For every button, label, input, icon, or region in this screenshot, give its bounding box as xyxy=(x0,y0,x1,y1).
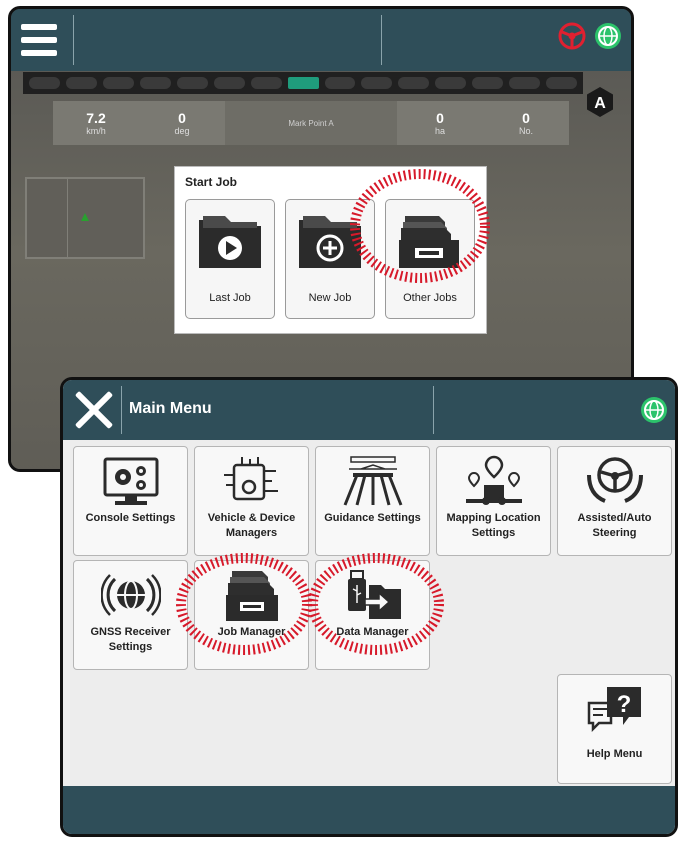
last-job-button[interactable]: Last Job xyxy=(185,199,275,319)
heading-readout[interactable]: 0 deg xyxy=(139,101,225,145)
svg-text:?: ? xyxy=(617,691,632,718)
count-readout[interactable]: 0 No. xyxy=(483,101,569,145)
svg-text:A: A xyxy=(594,95,606,112)
job-manager-label: Job Manager xyxy=(217,626,286,638)
gnss-receiver-settings-tile[interactable]: GNSS Receiver Settings xyxy=(73,560,188,670)
menu-icon[interactable] xyxy=(17,17,63,63)
job-manager-tile[interactable]: Job Manager xyxy=(194,560,309,670)
usb-transfer-icon xyxy=(348,570,401,619)
mapping-location-label-2: Settings xyxy=(471,527,516,539)
guidance-lightbar xyxy=(23,72,583,94)
area-readout[interactable]: 0 ha xyxy=(397,101,483,145)
guidance-settings-tile[interactable]: Guidance Settings xyxy=(315,446,430,556)
main-menu-title: Main Menu xyxy=(129,400,212,417)
other-jobs-button[interactable]: Other Jobs xyxy=(385,199,475,319)
play-folder-icon xyxy=(199,216,261,268)
assisted-steering-label-2: Steering xyxy=(592,527,637,539)
gnss-receiver-label-1: GNSS Receiver xyxy=(90,626,171,638)
new-job-button[interactable]: New Job xyxy=(285,199,375,319)
mapping-location-settings-tile[interactable]: Mapping Location Settings xyxy=(436,446,551,556)
gnss-receiver-label-2: Settings xyxy=(108,641,153,653)
mark-point-label[interactable]: Mark Point A xyxy=(225,101,397,145)
main-menu-screen: Main Menu Console Settings Vehicle & Dev… xyxy=(60,377,678,837)
gnss-globe-icon xyxy=(101,574,161,616)
other-jobs-label: Other Jobs xyxy=(403,292,457,304)
vehicle-device-managers-tile[interactable]: Vehicle & Device Managers xyxy=(194,446,309,556)
vehicle-device-label-2: Managers xyxy=(225,527,278,539)
main-menu-header: Main Menu xyxy=(63,380,675,440)
mini-view[interactable] xyxy=(25,177,145,259)
data-manager-tile[interactable]: Data Manager xyxy=(315,560,430,670)
dashboard-bar: 7.2 km/h 0 deg Mark Point A 0 ha 0 No. xyxy=(53,101,569,145)
top-bar xyxy=(11,9,631,71)
gnss-status-icon[interactable] xyxy=(639,395,669,425)
mapping-location-label-1: Mapping Location xyxy=(446,512,541,524)
last-job-label: Last Job xyxy=(209,292,251,304)
start-job-dialog: Start Job Last Job New Job Other Jobs xyxy=(174,166,487,334)
mapping-location-icon xyxy=(466,455,522,505)
console-settings-label: Console Settings xyxy=(85,512,176,524)
steering-wheel-icon xyxy=(587,457,643,503)
bottom-bar xyxy=(63,786,675,834)
guidance-settings-label: Guidance Settings xyxy=(324,512,421,524)
data-manager-label: Data Manager xyxy=(336,626,409,638)
help-question-icon: ? xyxy=(587,687,641,733)
guidance-icon xyxy=(343,456,403,506)
speed-readout[interactable]: 7.2 km/h xyxy=(53,101,139,145)
plus-folder-icon xyxy=(299,216,361,268)
vehicle-device-label-1: Vehicle & Device xyxy=(207,512,296,524)
vehicle-device-icon xyxy=(224,457,278,501)
file-drawer-icon xyxy=(226,571,278,621)
gnss-status-icon[interactable] xyxy=(593,21,623,51)
help-menu-tile[interactable]: ? Help Menu xyxy=(557,674,672,784)
steering-status-icon[interactable] xyxy=(557,21,587,51)
vehicle-arrow-icon xyxy=(81,213,89,221)
assisted-steering-label-1: Assisted/Auto xyxy=(577,512,652,524)
file-drawer-icon xyxy=(399,216,459,268)
console-gears-icon xyxy=(103,457,159,505)
close-icon[interactable] xyxy=(71,388,115,432)
auto-mode-badge[interactable]: A xyxy=(583,85,617,119)
console-settings-tile[interactable]: Console Settings xyxy=(73,446,188,556)
assisted-auto-steering-tile[interactable]: Assisted/Auto Steering xyxy=(557,446,672,556)
start-job-title: Start Job xyxy=(185,175,238,189)
new-job-label: New Job xyxy=(308,292,352,304)
help-menu-label: Help Menu xyxy=(586,748,643,760)
